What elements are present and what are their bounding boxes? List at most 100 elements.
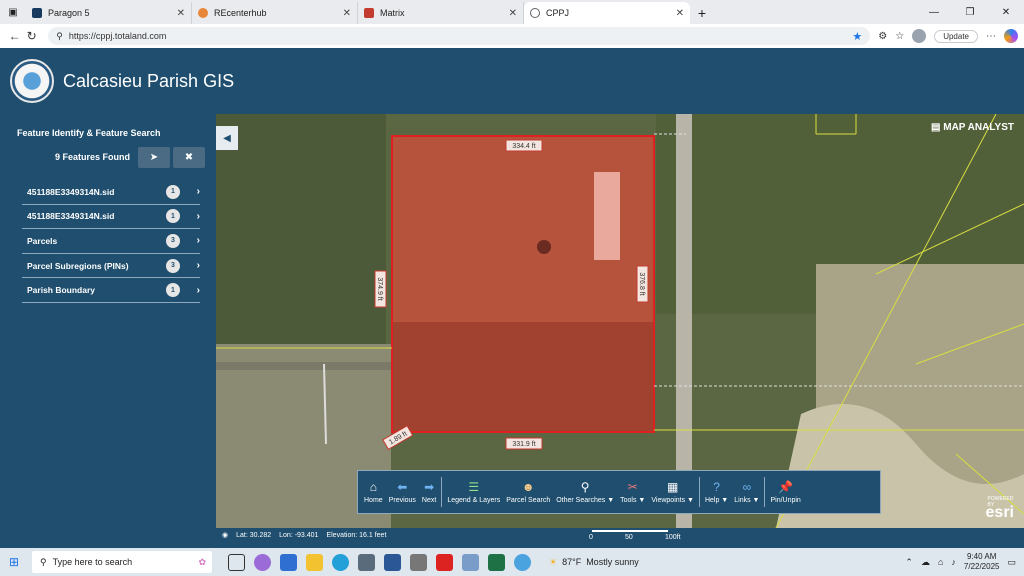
app-title: Calcasieu Parish GIS <box>63 70 235 91</box>
tab-paragon[interactable]: Paragon 5 ✕ <box>26 2 192 24</box>
longitude-readout: Lon: -93.401 <box>279 531 319 539</box>
file-explorer-icon[interactable] <box>306 553 323 571</box>
parcel-search-icon: ☻ <box>521 480 535 494</box>
help-button[interactable]: ? Help ▼ <box>702 472 731 512</box>
acrobat-icon[interactable] <box>436 553 453 571</box>
links-button[interactable]: ∞ Links ▼ <box>731 472 762 512</box>
cards-icon[interactable] <box>462 553 479 571</box>
more-menu-icon[interactable]: ⋯ <box>986 31 996 42</box>
parcel-search-button[interactable]: ☻ Parcel Search <box>503 472 553 512</box>
profile-avatar[interactable] <box>912 29 927 43</box>
address-bar: ← ↻ ⚲ https://cppj.totaland.com ★ ⚙ ☆ Up… <box>0 24 1024 48</box>
feature-item-parcels[interactable]: Parcels 3 › <box>22 229 200 254</box>
scale-tick: 100ft <box>665 534 681 541</box>
aerial-map: 334.4 ft 331.9 ft 374.9 ft 376.8 ft 1.89… <box>216 114 1024 528</box>
paragon-favicon-icon <box>32 8 42 18</box>
feature-item-sid-1[interactable]: 451188E3349314N.sid 1 › <box>22 180 200 205</box>
volume-icon[interactable]: ♪ <box>951 557 956 567</box>
feature-count-badge: 3 <box>166 258 180 273</box>
latitude-readout: Lat: 30.282 <box>236 531 272 539</box>
feature-item-sid-2[interactable]: 451188E3349314N.sid 1 › <box>22 205 200 230</box>
scale-tick: 0 <box>589 534 593 541</box>
tools-button[interactable]: ✂ Tools ▼ <box>617 472 648 512</box>
arrow-right-icon: ➡ <box>424 480 435 494</box>
tab-actions-icon[interactable]: ▣ <box>0 0 26 24</box>
next-button[interactable]: ➡ Next <box>419 472 439 512</box>
feature-item-parcel-subregions[interactable]: Parcel Subregions (PINs) 3 › <box>22 254 200 279</box>
tab-matrix[interactable]: Matrix ✕ <box>358 2 524 24</box>
toolbar-label: Next <box>421 497 437 504</box>
chevron-right-icon: › <box>196 260 200 272</box>
matrix-favicon-icon <box>364 8 374 18</box>
pin-icon: 📌 <box>778 480 794 494</box>
chrome-icon[interactable] <box>514 553 531 571</box>
collapse-sidebar-button[interactable]: ◀ <box>216 126 238 150</box>
feature-item-parish-boundary[interactable]: Parish Boundary 1 › <box>22 278 200 303</box>
weather-widget[interactable]: ☀ 87°F Mostly sunny <box>549 557 639 568</box>
tab-cppj[interactable]: CPPJ ✕ <box>524 2 690 24</box>
toolbar-label: Home <box>364 497 383 504</box>
update-button[interactable]: Update <box>934 29 978 43</box>
dimension-bottom: 331.9 ft <box>512 441 535 448</box>
notifications-icon[interactable]: ▭ <box>1007 557 1016 568</box>
viewpoints-button[interactable]: ▦ Viewpoints ▼ <box>648 472 697 512</box>
task-view-icon[interactable] <box>228 553 245 571</box>
toolbar-label: Legend & Layers <box>447 497 501 504</box>
cloud-icon[interactable]: ☁ <box>921 557 930 568</box>
recenterhub-favicon-icon <box>198 8 208 18</box>
favorite-star-icon[interactable]: ★ <box>852 30 862 43</box>
close-window-icon[interactable]: ✕ <box>988 7 1024 18</box>
reload-icon[interactable]: ↻ <box>23 29 40 43</box>
close-tab-icon[interactable]: ✕ <box>509 8 517 19</box>
excel-icon[interactable] <box>488 553 505 571</box>
scale-bar: 0 50 100ft <box>589 528 689 542</box>
app-icon[interactable] <box>410 553 427 571</box>
feature-label: 451188E3349314N.sid <box>27 211 115 222</box>
legend-layers-button[interactable]: ☰ Legend & Layers <box>444 472 503 512</box>
word-icon[interactable] <box>384 553 401 571</box>
new-tab-button[interactable]: + <box>690 2 714 24</box>
clock-date: 7/22/2025 <box>963 562 1000 571</box>
close-tab-icon[interactable]: ✕ <box>676 8 684 19</box>
edge-icon[interactable] <box>332 553 349 571</box>
favorites-icon[interactable]: ☆ <box>895 31 904 42</box>
windows-start-icon[interactable]: ⊞ <box>0 555 28 569</box>
link-icon: ∞ <box>742 480 752 494</box>
clock[interactable]: 9:40 AM 7/22/2025 <box>964 552 1000 572</box>
url-field[interactable]: ⚲ https://cppj.totaland.com ★ <box>48 27 871 45</box>
chevron-up-icon[interactable]: ⌃ <box>905 557 913 568</box>
feature-count-badge: 1 <box>166 283 180 298</box>
taskbar-search-placeholder: Type here to search <box>52 557 133 567</box>
pinned-apps <box>228 553 531 571</box>
network-icon[interactable]: ⌂ <box>938 557 943 567</box>
locate-button[interactable]: ➤ <box>138 147 170 168</box>
minimize-icon[interactable]: — <box>916 7 952 18</box>
app-icon[interactable] <box>358 553 375 571</box>
toolbar-label: Other Searches ▼ <box>556 497 615 504</box>
home-button[interactable]: ⌂ Home <box>361 472 386 512</box>
close-tab-icon[interactable]: ✕ <box>343 8 351 19</box>
copilot-icon[interactable] <box>1003 29 1018 43</box>
features-found-count: 9 Features Found <box>55 152 131 162</box>
windows-taskbar: ⊞ ⚲ Type here to search ✿ ☀ 87°F Mostly … <box>0 548 1024 576</box>
feature-count-badge: 1 <box>166 184 180 199</box>
clear-results-button[interactable]: ✖ <box>173 147 205 168</box>
maximize-icon[interactable]: ❐ <box>952 7 988 18</box>
map-analyst-text: MAP ANALYST <box>943 122 1014 133</box>
copilot-app-icon[interactable] <box>254 553 271 571</box>
chevron-right-icon: › <box>196 284 200 296</box>
store-icon[interactable] <box>280 553 297 571</box>
close-icon: ✖ <box>184 152 194 163</box>
map-view[interactable]: 334.4 ft 331.9 ft 374.9 ft 376.8 ft 1.89… <box>216 114 1024 528</box>
other-searches-button[interactable]: ⚲ Other Searches ▼ <box>553 472 617 512</box>
taskbar-search[interactable]: ⚲ Type here to search ✿ <box>32 551 212 573</box>
pin-unpin-button[interactable]: 📌 Pin/Unpin <box>767 472 803 512</box>
site-info-icon[interactable]: ⚲ <box>56 31 63 42</box>
previous-button[interactable]: ⬅ Previous <box>386 472 419 512</box>
dimension-top: 334.4 ft <box>512 143 535 150</box>
close-tab-icon[interactable]: ✕ <box>177 8 185 19</box>
location-icon: ◉ <box>222 532 229 539</box>
tab-recenterhub[interactable]: REcenterhub ✕ <box>192 2 358 24</box>
back-icon[interactable]: ← <box>6 29 23 43</box>
extensions-icon[interactable]: ⚙ <box>878 31 887 42</box>
